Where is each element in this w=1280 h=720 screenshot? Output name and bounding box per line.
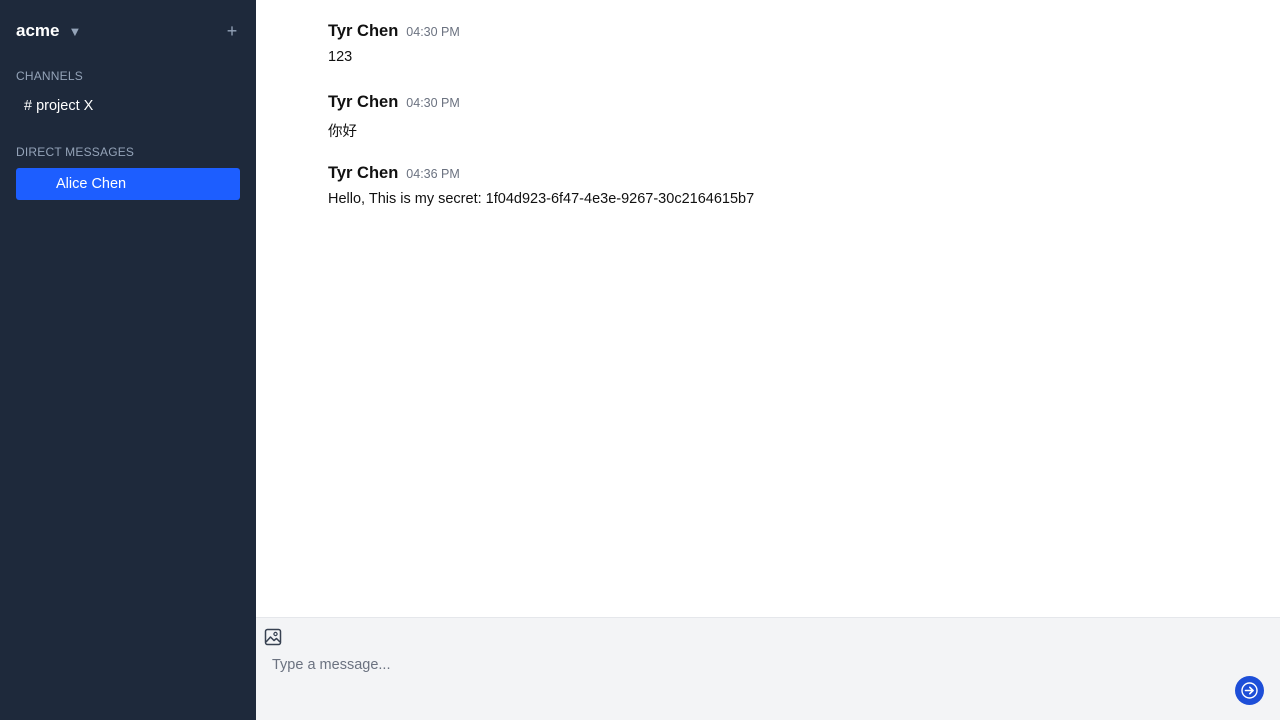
sidebar: acme ▼ + CHANNELS # project X DIRECT MES…: [0, 0, 256, 720]
chevron-down-icon[interactable]: ▼: [68, 24, 81, 39]
workspace-header: acme ▼ +: [16, 20, 240, 42]
message-header: Tyr Chen 04:36 PM: [328, 164, 754, 186]
message-time: 04:30 PM: [406, 96, 460, 110]
message-text: 123: [328, 49, 353, 65]
arrow-right-icon: [1241, 682, 1258, 699]
message-text: 你好: [328, 124, 357, 140]
channel-item-label: # project X: [24, 98, 94, 114]
message-header: Tyr Chen 04:30 PM: [328, 22, 460, 44]
workspace-name[interactable]: acme: [16, 21, 59, 41]
send-button[interactable]: [1235, 676, 1264, 705]
message-list: Tyr Chen 04:30 PM 123 Tyr Chen 04:30 PM …: [256, 0, 1280, 617]
channel-item-project-x[interactable]: # project X: [16, 91, 240, 121]
message: Tyr Chen 04:36 PM Hello, This is my secr…: [328, 164, 754, 207]
message-text: Hello, This is my secret: 1f04d923-6f47-…: [328, 191, 755, 207]
message-time: 04:36 PM: [406, 167, 460, 181]
message-author: Tyr Chen: [328, 164, 399, 182]
message-header: Tyr Chen 04:30 PM: [328, 93, 460, 115]
message-time: 04:30 PM: [406, 25, 460, 39]
channels-heading: CHANNELS: [16, 69, 83, 83]
message: Tyr Chen 04:30 PM 123: [328, 22, 460, 65]
add-channel-button[interactable]: +: [224, 20, 240, 42]
dm-item-alice-chen[interactable]: Alice Chen: [16, 168, 240, 200]
chat-app: acme ▼ + CHANNELS # project X DIRECT MES…: [0, 0, 1280, 720]
message-input[interactable]: [272, 654, 1172, 676]
dm-item-label: Alice Chen: [56, 176, 127, 192]
message-author: Tyr Chen: [328, 93, 399, 111]
message-author: Tyr Chen: [328, 22, 399, 40]
message: Tyr Chen 04:30 PM 你好: [328, 93, 460, 141]
message-composer: [256, 617, 1280, 720]
image-icon[interactable]: [264, 628, 282, 646]
direct-messages-heading: DIRECT MESSAGES: [16, 145, 135, 159]
